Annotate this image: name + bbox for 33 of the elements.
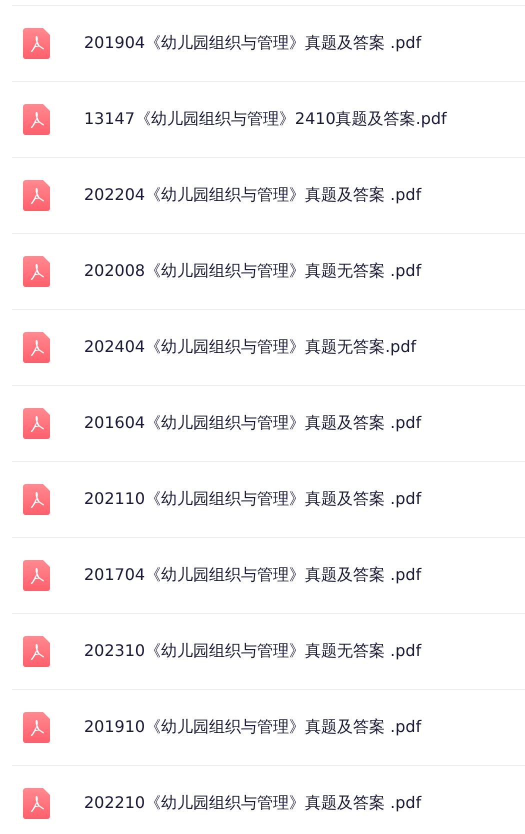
file-name: 202110《幼儿园组织与管理》真题及答案 .pdf <box>84 489 422 510</box>
pdf-file-icon <box>23 332 50 363</box>
pdf-file-icon <box>23 408 50 439</box>
pdf-file-icon <box>23 256 50 287</box>
file-item[interactable]: 202210《幼儿园组织与管理》真题及答案 .pdf <box>12 765 525 834</box>
pdf-file-icon <box>23 560 50 591</box>
file-name: 202310《幼儿园组织与管理》真题无答案 .pdf <box>84 641 422 662</box>
file-name: 202404《幼儿园组织与管理》真题无答案.pdf <box>84 337 416 358</box>
file-item[interactable]: 202310《幼儿园组织与管理》真题无答案 .pdf <box>12 613 525 689</box>
file-item[interactable]: 13147《幼儿园组织与管理》2410真题及答案.pdf <box>12 81 525 157</box>
pdf-file-icon <box>23 484 50 515</box>
file-name: 202008《幼儿园组织与管理》真题无答案 .pdf <box>84 261 422 282</box>
file-item[interactable]: 201604《幼儿园组织与管理》真题及答案 .pdf <box>12 385 525 461</box>
file-name: 201604《幼儿园组织与管理》真题及答案 .pdf <box>84 413 422 434</box>
pdf-file-icon <box>23 28 50 59</box>
file-item[interactable]: 201904《幼儿园组织与管理》真题及答案 .pdf <box>12 5 525 81</box>
file-name: 201904《幼儿园组织与管理》真题及答案 .pdf <box>84 33 422 54</box>
file-item[interactable]: 202204《幼儿园组织与管理》真题及答案 .pdf <box>12 157 525 233</box>
file-item[interactable]: 202404《幼儿园组织与管理》真题无答案.pdf <box>12 309 525 385</box>
file-name: 13147《幼儿园组织与管理》2410真题及答案.pdf <box>84 109 447 130</box>
pdf-file-icon <box>23 180 50 211</box>
file-name: 202204《幼儿园组织与管理》真题及答案 .pdf <box>84 185 422 206</box>
pdf-file-icon <box>23 712 50 743</box>
file-name: 202210《幼儿园组织与管理》真题及答案 .pdf <box>84 793 422 814</box>
file-item[interactable]: 201910《幼儿园组织与管理》真题及答案 .pdf <box>12 689 525 765</box>
pdf-file-icon <box>23 636 50 667</box>
pdf-file-icon <box>23 104 50 135</box>
file-name: 201910《幼儿园组织与管理》真题及答案 .pdf <box>84 717 422 738</box>
file-name: 201704《幼儿园组织与管理》真题及答案 .pdf <box>84 565 422 586</box>
file-item[interactable]: 201704《幼儿园组织与管理》真题及答案 .pdf <box>12 537 525 613</box>
pdf-file-icon <box>23 788 50 819</box>
file-item[interactable]: 202008《幼儿园组织与管理》真题无答案 .pdf <box>12 233 525 309</box>
file-item[interactable]: 202110《幼儿园组织与管理》真题及答案 .pdf <box>12 461 525 537</box>
